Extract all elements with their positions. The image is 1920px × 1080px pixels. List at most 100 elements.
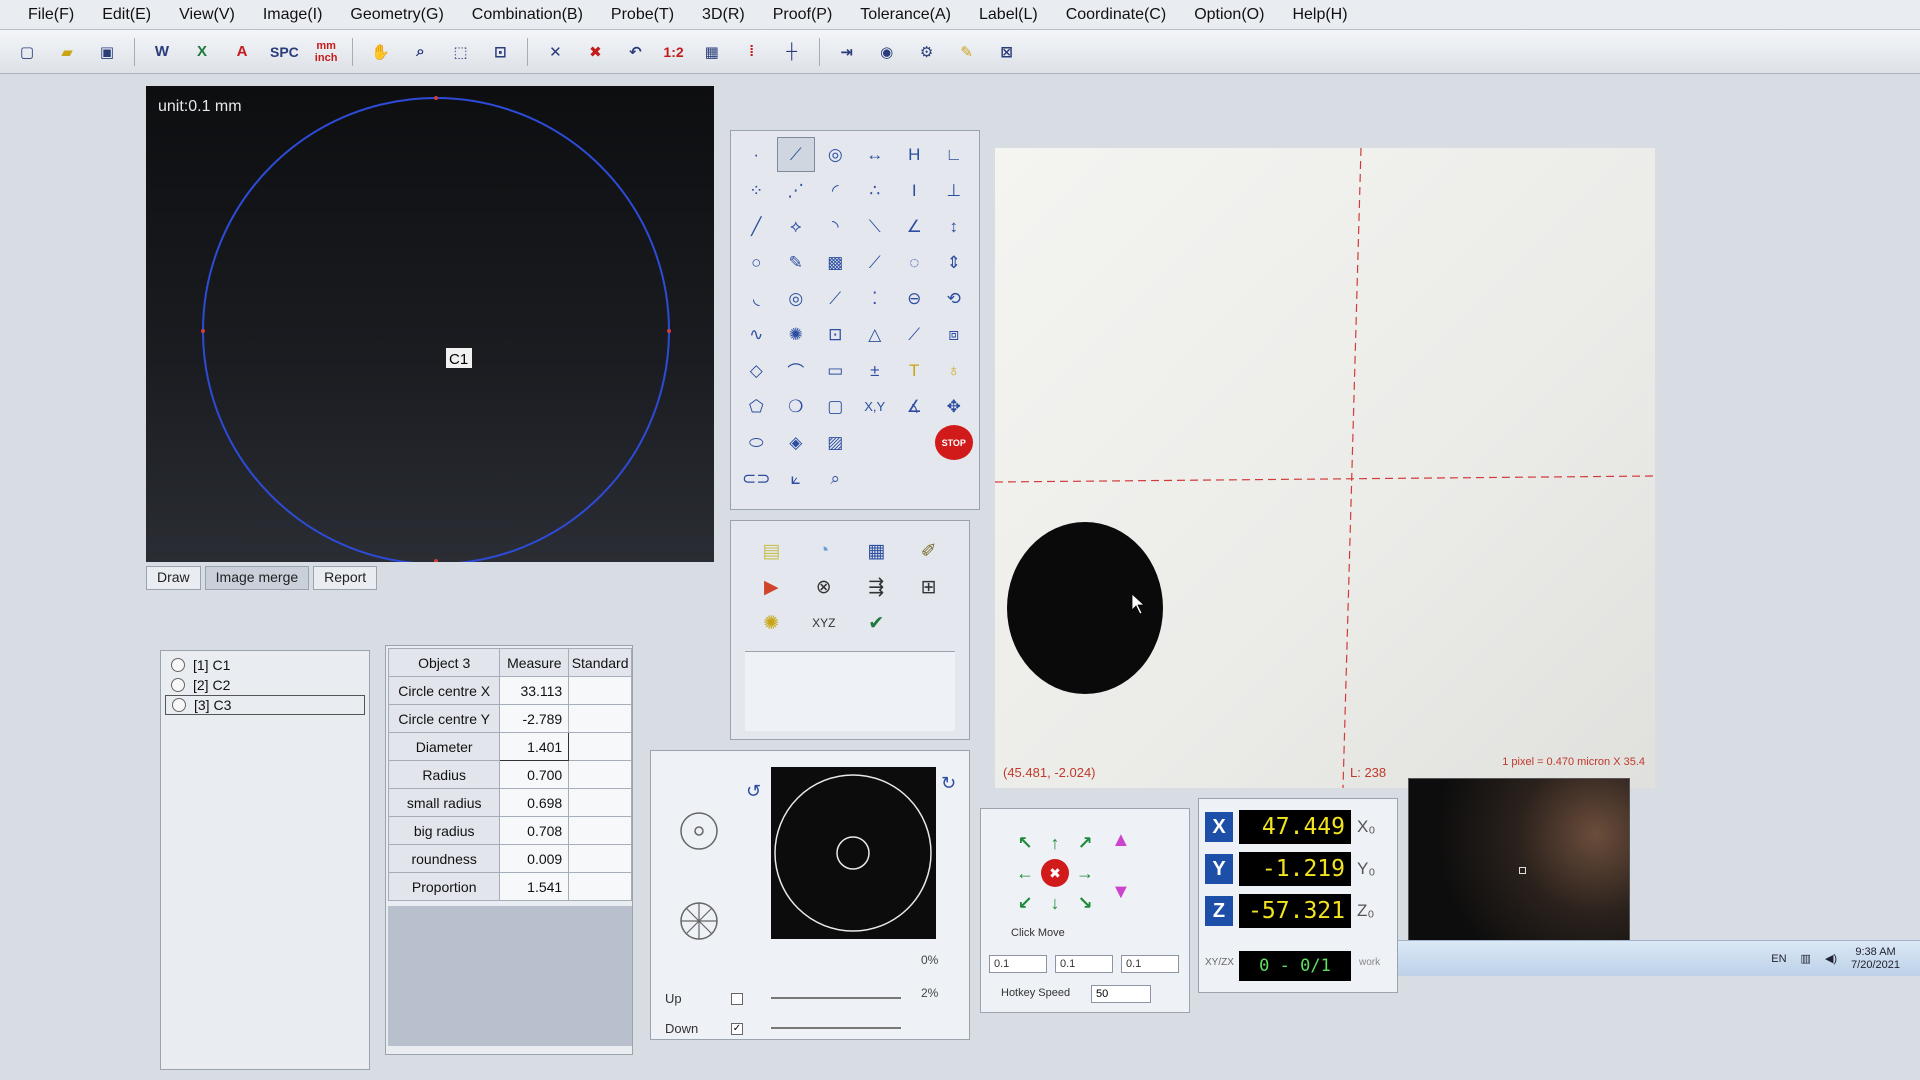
table-row[interactable]: Diameter 1.401: [387, 732, 632, 761]
unit-toggle-button[interactable]: mm inch: [310, 35, 343, 69]
curve-icon[interactable]: ⌒: [777, 353, 816, 388]
slope-icon[interactable]: ⟋: [895, 317, 934, 352]
row-standard[interactable]: [568, 872, 632, 901]
auto-edge-icon[interactable]: ⟋: [776, 137, 815, 172]
triangle-icon[interactable]: △: [856, 317, 895, 352]
jog-up-right-icon[interactable]: ↗: [1071, 829, 1099, 857]
tab-image-merge[interactable]: Image merge: [204, 566, 310, 590]
line-distance-icon[interactable]: ⟍: [856, 209, 895, 244]
diamond-icon[interactable]: ◇: [737, 353, 776, 388]
angle-icon[interactable]: ∠: [895, 209, 934, 244]
tab-report[interactable]: Report: [313, 566, 378, 590]
jog-up-left-icon[interactable]: ↖: [1011, 829, 1039, 857]
point-array-icon[interactable]: ⁚: [856, 281, 895, 316]
draw-canvas[interactable]: unit:0.1 mm C1: [146, 86, 714, 562]
arc-points-icon[interactable]: ◜: [816, 173, 855, 208]
ellipse-icon[interactable]: ⬭: [737, 425, 776, 460]
angle-measure-icon[interactable]: ∡: [895, 389, 934, 424]
excel-export-icon[interactable]: X: [185, 35, 219, 69]
row-standard[interactable]: [568, 816, 632, 845]
crosshair-icon[interactable]: ┼: [775, 35, 809, 69]
arc-edge-icon[interactable]: ◝: [816, 209, 855, 244]
x-axis-button[interactable]: X: [1205, 812, 1233, 842]
menu-tolerance[interactable]: Tolerance(A): [846, 0, 965, 30]
clock[interactable]: 9:38 AM 7/20/2021: [1851, 946, 1900, 972]
down-checkbox[interactable]: ✓: [731, 1023, 743, 1035]
frame-icon[interactable]: ⧈: [935, 317, 974, 352]
menu-proof[interactable]: Proof(P): [759, 0, 847, 30]
jog-up-icon[interactable]: ↑: [1041, 829, 1069, 857]
list-item-selected[interactable]: [3] C3: [165, 695, 365, 715]
step-select-z[interactable]: 0.1: [1121, 955, 1179, 973]
square-circle-icon[interactable]: ⊡: [816, 317, 855, 352]
z-axis-button[interactable]: Z: [1205, 896, 1233, 926]
dotted-grid-icon[interactable]: ⁞: [735, 35, 769, 69]
vertical-distance-icon[interactable]: I: [895, 173, 934, 208]
rotate-right-icon[interactable]: ↻: [941, 773, 956, 794]
step-select-x[interactable]: 0.1: [989, 955, 1047, 973]
radio-button[interactable]: [172, 698, 186, 712]
single-circle-icon[interactable]: [680, 812, 718, 850]
height-icon[interactable]: H: [895, 137, 934, 172]
y-zero-button[interactable]: Y₀: [1357, 859, 1375, 879]
menu-view[interactable]: View(V): [165, 0, 249, 30]
angle-line-icon[interactable]: ⟀: [777, 461, 816, 496]
polygon-icon[interactable]: ⬠: [737, 389, 776, 424]
row-standard[interactable]: [568, 676, 632, 705]
diagonal-icon[interactable]: ⟋: [816, 281, 855, 316]
menu-coordinate[interactable]: Coordinate(C): [1052, 0, 1180, 30]
bulb-icon[interactable]: ♁: [935, 353, 974, 388]
settings-icon[interactable]: ⚙: [910, 35, 944, 69]
overview-camera[interactable]: [1408, 778, 1630, 966]
z-zero-button[interactable]: Z₀: [1357, 901, 1374, 921]
row-standard[interactable]: [568, 788, 632, 817]
menu-edit[interactable]: Edit(E): [88, 0, 165, 30]
tool-icon[interactable]: ✐: [903, 533, 956, 569]
open-folder-icon[interactable]: ▰: [50, 35, 84, 69]
export-icon[interactable]: ⇥: [830, 35, 864, 69]
line-points-icon[interactable]: ⋰: [777, 173, 816, 208]
circle-icon[interactable]: ○: [737, 245, 776, 280]
vertical-tangent-icon[interactable]: ⇕: [935, 245, 974, 280]
menu-file[interactable]: File(F): [14, 0, 88, 30]
menu-label[interactable]: Label(L): [965, 0, 1052, 30]
rotate-axis-icon[interactable]: ⟲: [935, 281, 974, 316]
ring-icon[interactable]: ❍: [777, 389, 816, 424]
radio-button[interactable]: [171, 678, 185, 692]
hotkey-speed-select[interactable]: 50: [1091, 985, 1151, 1003]
word-export-icon[interactable]: W: [145, 35, 179, 69]
row-standard[interactable]: [568, 760, 632, 789]
move-icon[interactable]: ✥: [935, 389, 974, 424]
round-rect-icon[interactable]: ▢: [816, 389, 855, 424]
row-standard[interactable]: [568, 844, 632, 873]
pen-icon[interactable]: ✎: [777, 245, 816, 280]
line-icon[interactable]: ╱: [737, 209, 776, 244]
menu-image[interactable]: Image(I): [249, 0, 337, 30]
menu-combination[interactable]: Combination(B): [458, 0, 597, 30]
language-indicator[interactable]: EN: [1771, 953, 1786, 965]
circle-line-icon[interactable]: ⊖: [895, 281, 934, 316]
tab-draw[interactable]: Draw: [146, 566, 201, 590]
plane-toggle[interactable]: XY/ZX: [1205, 957, 1234, 968]
new-file-icon[interactable]: ▢: [10, 35, 44, 69]
light-icon[interactable]: ✺: [745, 605, 798, 641]
multi-point-icon[interactable]: ⁘: [737, 173, 776, 208]
arc-icon[interactable]: ◟: [737, 281, 776, 316]
calc-icon[interactable]: ±: [856, 353, 895, 388]
radio-button[interactable]: [171, 658, 185, 672]
y-axis-button[interactable]: Y: [1205, 854, 1233, 884]
batch-icon[interactable]: ▦: [850, 533, 903, 569]
zoom-icon[interactable]: ⌕: [403, 35, 437, 69]
drawn-circle-c1[interactable]: [202, 97, 670, 562]
corner-icon[interactable]: ∟: [935, 137, 974, 172]
zoom-window-icon[interactable]: ⊡: [483, 35, 517, 69]
list-item[interactable]: [1] C1: [165, 655, 365, 675]
delete-icon[interactable]: ✖: [578, 35, 612, 69]
pdf-export-icon[interactable]: A: [225, 35, 259, 69]
auto-measure-icon[interactable]: ✕: [538, 35, 572, 69]
menu-option[interactable]: Option(O): [1180, 0, 1278, 30]
concentric-icon[interactable]: ◎: [777, 281, 816, 316]
xy-coordinate-icon[interactable]: X,Y: [856, 389, 895, 424]
jog-left-icon[interactable]: ←: [1011, 859, 1039, 887]
menu-geometry[interactable]: Geometry(G): [336, 0, 457, 30]
